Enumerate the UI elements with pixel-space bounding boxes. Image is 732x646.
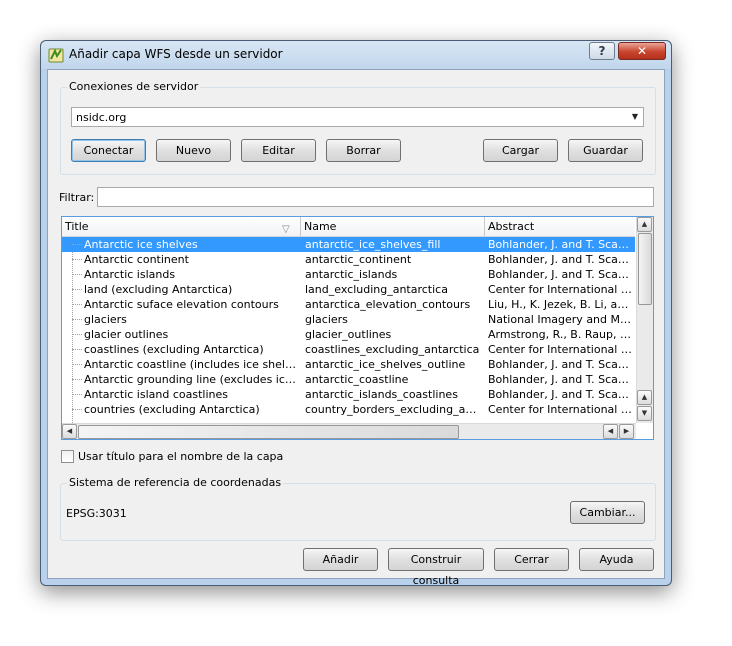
edit-button[interactable]: Editar bbox=[241, 139, 316, 162]
title-bar[interactable]: Añadir capa WFS desde un servidor ? ✕ bbox=[41, 41, 671, 69]
table-row[interactable]: Antarctic grounding line (excludes ice s… bbox=[62, 372, 635, 387]
wfs-dialog-window: Añadir capa WFS desde un servidor ? ✕ Co… bbox=[40, 40, 672, 587]
scroll-left-icon[interactable]: ◀ bbox=[603, 424, 618, 439]
new-button[interactable]: Nuevo bbox=[156, 139, 231, 162]
add-button[interactable]: Añadir bbox=[303, 548, 378, 571]
close-button[interactable]: Cerrar bbox=[494, 548, 569, 571]
vertical-scroll-thumb[interactable] bbox=[638, 233, 652, 305]
filter-label: Filtrar: bbox=[59, 191, 95, 204]
scroll-up-icon[interactable]: ▲ bbox=[637, 390, 652, 405]
crs-group-label: Sistema de referencia de coordenadas bbox=[67, 476, 284, 489]
column-header-name[interactable]: Name bbox=[301, 217, 485, 237]
window-title: Añadir capa WFS desde un servidor bbox=[69, 47, 283, 61]
connection-combo[interactable]: nsidc.org ▼ bbox=[71, 107, 644, 127]
connection-combo-value: nsidc.org bbox=[76, 111, 127, 124]
use-title-label: Usar título para el nombre de la capa bbox=[78, 450, 284, 463]
scroll-left-icon[interactable]: ◀ bbox=[62, 424, 77, 439]
horizontal-scroll-thumb[interactable] bbox=[78, 425, 459, 439]
close-icon[interactable]: ✕ bbox=[618, 42, 666, 60]
table-row[interactable]: Antarctic suface elevation contours anta… bbox=[62, 297, 635, 312]
table-row[interactable]: Antarctic island coastlines antarctic_is… bbox=[62, 387, 635, 402]
table-header: Title ▽ Name Abstract bbox=[62, 217, 635, 237]
scroll-right-icon[interactable]: ▶ bbox=[619, 424, 634, 439]
table-row[interactable]: Antarctic coastline (includes ice shelve… bbox=[62, 357, 635, 372]
help-button[interactable]: Ayuda bbox=[579, 548, 654, 571]
change-crs-button[interactable]: Cambiar... bbox=[570, 501, 645, 524]
table-row[interactable]: land (excluding Antarctica) land_excludi… bbox=[62, 282, 635, 297]
horizontal-scrollbar[interactable]: ◀ ◀ ▶ bbox=[62, 423, 636, 439]
help-icon[interactable]: ? bbox=[589, 42, 615, 60]
column-header-abstract[interactable]: Abstract bbox=[485, 217, 635, 237]
server-connections-label: Conexiones de servidor bbox=[67, 80, 201, 93]
crs-group: Sistema de referencia de coordenadas bbox=[60, 476, 656, 541]
chevron-down-icon[interactable]: ▼ bbox=[627, 108, 643, 126]
table-row[interactable]: countries (excluding Antarctica) country… bbox=[62, 402, 635, 417]
filter-input[interactable] bbox=[97, 187, 654, 207]
use-title-checkbox[interactable] bbox=[61, 450, 74, 463]
table-row[interactable]: glacier outlines glacier_outlines Armstr… bbox=[62, 327, 635, 342]
scroll-up-icon[interactable]: ▲ bbox=[637, 217, 652, 232]
table-row[interactable]: glaciers glaciers National Imagery and M… bbox=[62, 312, 635, 327]
qgis-icon bbox=[48, 48, 64, 63]
load-button[interactable]: Cargar bbox=[483, 139, 558, 162]
scroll-down-icon[interactable]: ▼ bbox=[637, 406, 652, 421]
table-row[interactable]: Antarctic ice shelves antarctic_ice_shel… bbox=[62, 237, 635, 252]
table-row[interactable]: Antarctic continent antarctic_continent … bbox=[62, 252, 635, 267]
build-query-button[interactable]: Construir consulta bbox=[388, 548, 484, 587]
layer-table[interactable]: Title ▽ Name Abstract Antarctic ice shel… bbox=[61, 216, 654, 440]
column-header-title[interactable]: Title ▽ bbox=[62, 217, 301, 237]
dialog-body: Conexiones de servidor nsidc.org ▼ Conec… bbox=[47, 69, 665, 587]
table-row[interactable]: Antarctic islands antarctic_islands Bohl… bbox=[62, 267, 635, 282]
vertical-scrollbar[interactable]: ▲ ▲ ▼ bbox=[636, 217, 653, 423]
connect-button[interactable]: Conectar bbox=[71, 139, 146, 162]
crs-value: EPSG:3031 bbox=[66, 507, 127, 520]
delete-button[interactable]: Borrar bbox=[326, 139, 401, 162]
table-row[interactable]: coastlines (excluding Antarctica) coastl… bbox=[62, 342, 635, 357]
save-button[interactable]: Guardar bbox=[568, 139, 643, 162]
